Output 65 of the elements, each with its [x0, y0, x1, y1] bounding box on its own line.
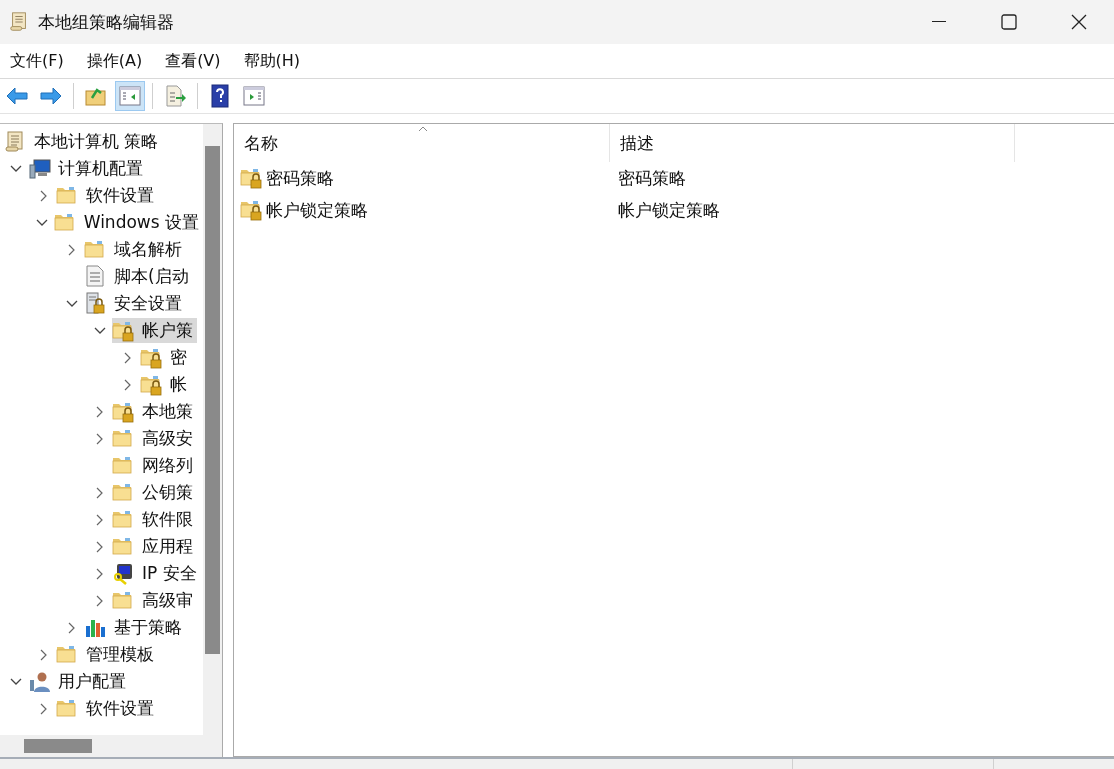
- chevron-right-icon[interactable]: [96, 486, 104, 499]
- tree-item[interactable]: 软件设置: [84, 183, 156, 208]
- tree-pane-icon: [118, 84, 142, 108]
- chevron-right-icon[interactable]: [68, 621, 76, 634]
- tree-item[interactable]: 公钥策: [140, 480, 195, 505]
- chevron-right-icon[interactable]: [124, 351, 132, 364]
- column-header[interactable]: 描述: [610, 124, 1015, 162]
- minimize-icon: [932, 21, 946, 23]
- chevron-right-icon[interactable]: [40, 702, 48, 715]
- tree-item[interactable]: 高级安: [140, 426, 195, 451]
- menu-item[interactable]: 查看(V): [157, 46, 230, 76]
- chevron-right-icon[interactable]: [96, 432, 104, 445]
- tree-item[interactable]: Windows 设置: [81, 210, 201, 235]
- chevron-down-icon[interactable]: [10, 164, 22, 173]
- policy-name[interactable]: 密码策略: [266, 166, 334, 190]
- tree-item[interactable]: 应用程: [140, 534, 195, 559]
- tree-item[interactable]: 管理模板: [84, 642, 156, 667]
- tree-item[interactable]: 脚本(启动: [112, 264, 191, 289]
- menu-item[interactable]: 操作(A): [78, 46, 152, 76]
- tree-item[interactable]: 安全设置: [112, 291, 184, 316]
- chevron-right-icon[interactable]: [40, 648, 48, 661]
- maximize-icon: [1001, 14, 1017, 30]
- tree-item[interactable]: 域名解析: [112, 237, 184, 262]
- sort-caret-icon: [418, 126, 428, 132]
- chevron-right-icon[interactable]: [96, 405, 104, 418]
- chevron-right-icon[interactable]: [96, 567, 104, 580]
- vertical-scrollbar[interactable]: [203, 124, 222, 735]
- locked-folder-icon: [240, 166, 264, 190]
- tree-item[interactable]: 高级审: [140, 588, 195, 613]
- computer-icon: [28, 156, 52, 181]
- locked-folder-icon: [240, 198, 264, 222]
- tree-item[interactable]: 网络列: [140, 453, 195, 478]
- menu-item[interactable]: 帮助(H): [235, 46, 310, 76]
- horizontal-scrollbar[interactable]: [0, 735, 222, 757]
- column-header[interactable]: 名称: [234, 124, 610, 162]
- tree-item[interactable]: IP 安全: [140, 561, 199, 586]
- window-title: 本地组策略编辑器: [38, 10, 175, 34]
- policy-description: 密码策略: [617, 166, 687, 190]
- tree-item[interactable]: 本地计算机 策略: [32, 129, 161, 154]
- chevron-down-icon[interactable]: [10, 677, 22, 686]
- export-list-icon: [163, 84, 187, 108]
- chevron-down-icon[interactable]: [35, 218, 48, 227]
- chevron-right-icon[interactable]: [96, 540, 104, 553]
- tree-item[interactable]: 计算机配置: [56, 156, 145, 181]
- chevron-down-icon[interactable]: [66, 299, 78, 308]
- policy-description: 帐户锁定策略: [617, 198, 721, 222]
- close-icon: [1071, 14, 1087, 30]
- tree-item[interactable]: 软件限: [140, 507, 195, 532]
- chevron-right-icon[interactable]: [68, 243, 76, 256]
- tree-item[interactable]: 用户配置: [56, 669, 128, 694]
- tree-item[interactable]: 密: [168, 345, 189, 370]
- chevron-right-icon[interactable]: [124, 378, 132, 391]
- server-lock-icon: [84, 291, 108, 316]
- tree-item[interactable]: 基于策略: [112, 615, 184, 640]
- chevron-right-icon[interactable]: [40, 189, 48, 202]
- tree-item[interactable]: 软件设置: [84, 696, 156, 721]
- tree-item[interactable]: 帐: [168, 372, 189, 397]
- chevron-right-icon[interactable]: [96, 513, 104, 526]
- chevron-right-icon[interactable]: [96, 594, 104, 607]
- tree-item[interactable]: 本地策: [140, 399, 195, 424]
- action-pane-icon: [242, 84, 266, 108]
- help-icon: [208, 84, 232, 108]
- chevron-down-icon[interactable]: [94, 326, 106, 335]
- menu-item[interactable]: 文件(F): [2, 46, 73, 76]
- policy-name[interactable]: 帐户锁定策略: [266, 198, 368, 222]
